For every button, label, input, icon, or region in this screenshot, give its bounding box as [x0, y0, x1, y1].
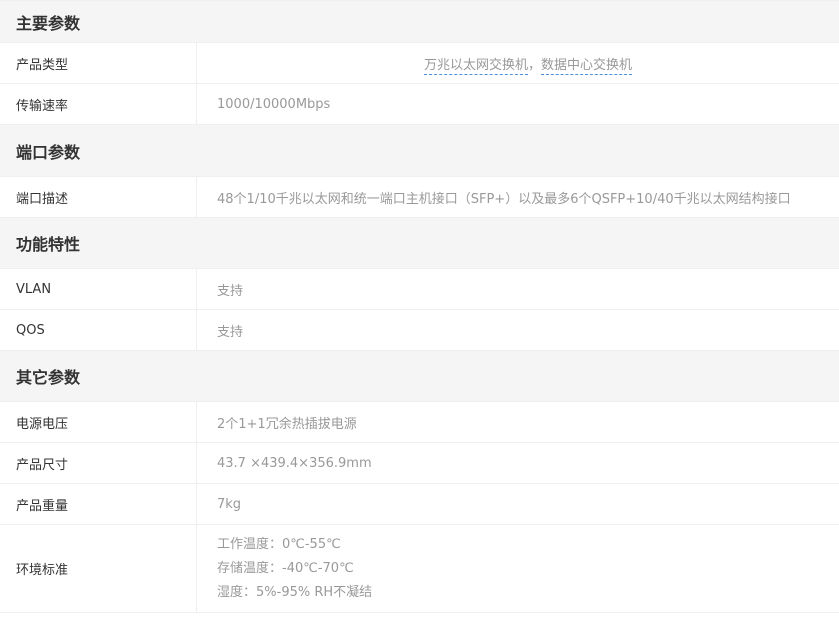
row-label: 产品尺寸	[0, 443, 197, 483]
row-value: 支持	[217, 283, 244, 299]
row-value: 48个1/10千兆以太网和统一端口主机接口（SFP+）以及最多6个QSFP+10…	[217, 191, 791, 207]
row-value: 万兆以太网交换机，数据中心交换机	[197, 43, 839, 83]
row-value: 1000/10000Mbps	[217, 96, 331, 112]
row-environment: 环境标准 工作温度：0℃-55℃ 存储温度：-40℃-70℃ 湿度：5%-95%…	[0, 525, 839, 613]
row-label: QOS	[0, 310, 197, 350]
row-power: 电源电压 2个1+1冗余热插拔电源	[0, 402, 839, 443]
row-value: 7kg	[217, 496, 242, 512]
product-type-link-datacenter-switch[interactable]: 数据中心交换机	[541, 57, 633, 75]
row-label: 传输速率	[0, 84, 197, 124]
section-header-port: 端口参数	[0, 125, 839, 177]
row-label: 端口描述	[0, 177, 197, 217]
row-value: 2个1+1冗余热插拔电源	[217, 416, 357, 432]
row-transfer-rate: 传输速率 1000/10000Mbps	[0, 84, 839, 125]
row-label: 环境标准	[0, 525, 197, 612]
section-title-main: 主要参数	[16, 13, 81, 33]
row-value: 支持	[217, 324, 244, 340]
row-label: 产品重量	[0, 484, 197, 524]
section-title-features: 功能特性	[16, 235, 81, 254]
section-title-other: 其它参数	[16, 368, 81, 387]
env-operating-temp: 工作温度：0℃-55℃	[217, 536, 341, 552]
row-vlan: VLAN 支持	[0, 269, 839, 310]
section-title-port: 端口参数	[16, 142, 81, 162]
separator: ，	[527, 57, 541, 73]
spec-table: 主要参数 产品类型 万兆以太网交换机，数据中心交换机 传输速率 1000/100…	[0, 0, 839, 613]
row-value: 43.7 ×439.4×356.9mm	[217, 455, 372, 471]
row-qos: QOS 支持	[0, 310, 839, 351]
section-header-main: 主要参数	[0, 1, 839, 43]
row-product-type: 产品类型 万兆以太网交换机，数据中心交换机	[0, 43, 839, 84]
env-humidity: 湿度：5%-95% RH不凝结	[217, 584, 373, 600]
row-value: 工作温度：0℃-55℃ 存储温度：-40℃-70℃ 湿度：5%-95% RH不凝…	[197, 525, 839, 612]
row-label: VLAN	[0, 269, 197, 309]
section-header-other: 其它参数	[0, 351, 839, 402]
row-port-description: 端口描述 48个1/10千兆以太网和统一端口主机接口（SFP+）以及最多6个QS…	[0, 177, 839, 218]
row-label: 电源电压	[0, 402, 197, 442]
row-size: 产品尺寸 43.7 ×439.4×356.9mm	[0, 443, 839, 484]
section-header-features: 功能特性	[0, 218, 839, 269]
row-weight: 产品重量 7kg	[0, 484, 839, 525]
row-label: 产品类型	[0, 43, 197, 83]
product-type-link-ethernet-switch[interactable]: 万兆以太网交换机	[423, 57, 528, 75]
env-storage-temp: 存储温度：-40℃-70℃	[217, 560, 354, 576]
